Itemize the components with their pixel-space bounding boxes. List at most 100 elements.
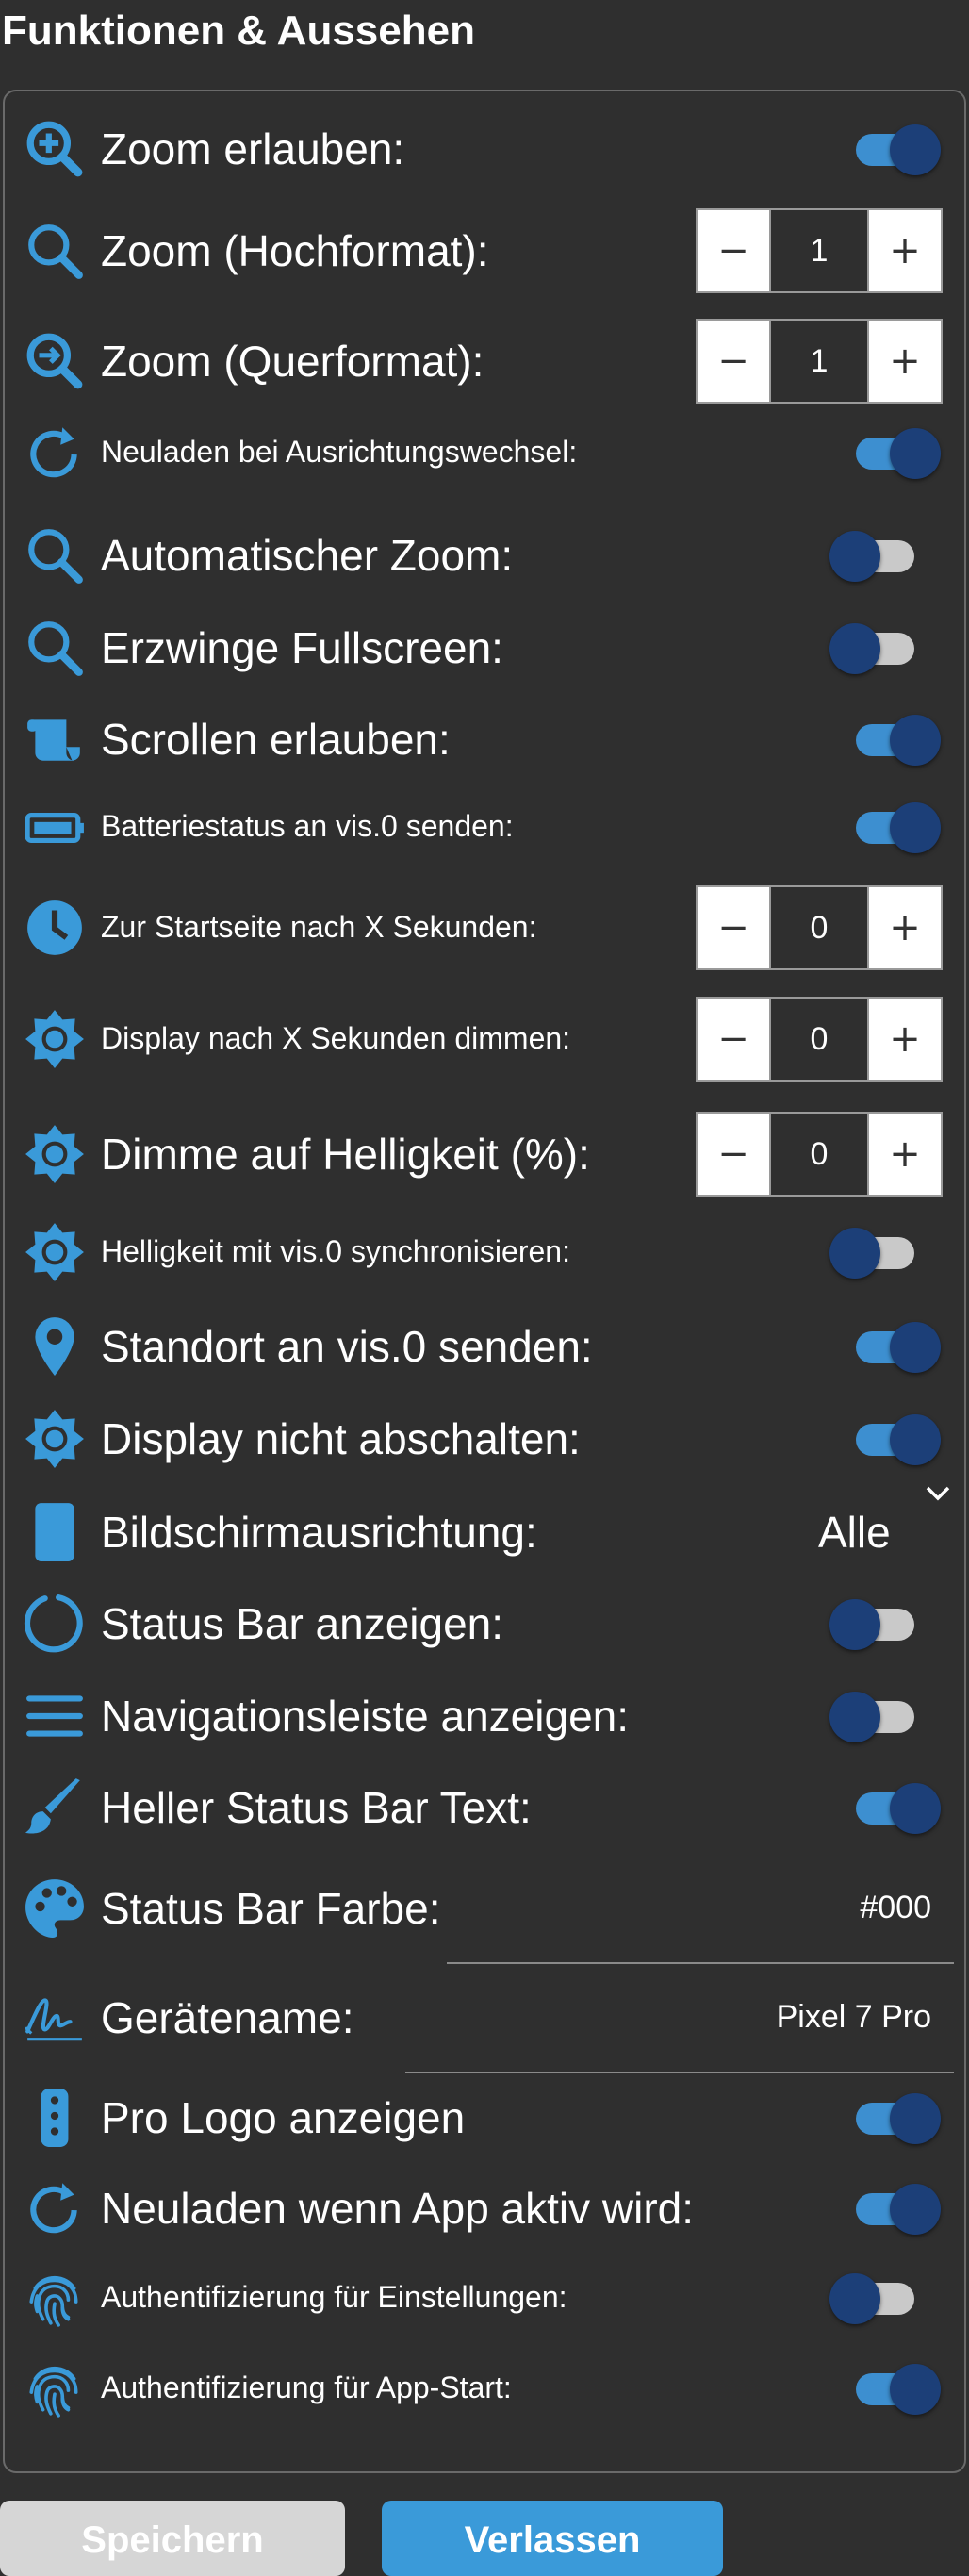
decrement-button[interactable]: − (698, 321, 769, 402)
setting-label: Display nach X Sekunden dimmen: (101, 1021, 571, 1055)
section-title: Funktionen & Aussehen (2, 8, 475, 54)
setting-toggle[interactable] (850, 1405, 941, 1465)
increment-button[interactable]: + (869, 887, 941, 968)
refresh-icon (21, 2174, 89, 2242)
orientation-select[interactable]: Alle (818, 1507, 891, 1558)
stepper-value[interactable]: 1 (769, 321, 869, 402)
toggle-knob (890, 2364, 941, 2415)
increment-button[interactable]: + (869, 1114, 941, 1195)
tablet-icon (21, 1498, 89, 1566)
battery-icon (21, 793, 89, 861)
search-icon (21, 521, 89, 589)
number-stepper: −0 + (696, 997, 943, 1082)
number-stepper: −1 + (696, 208, 943, 293)
reset-button[interactable]: Verlassen (382, 2501, 723, 2576)
setting-toggle[interactable] (829, 521, 920, 582)
chevron-down-icon[interactable] (922, 1478, 954, 1510)
toggle-knob (829, 531, 880, 582)
brush-icon (21, 1774, 89, 1841)
input-underline (405, 2072, 954, 2073)
setting-label: Standort an vis.0 senden: (101, 1322, 593, 1371)
setting-toggle[interactable] (850, 705, 941, 766)
toggle-knob (829, 623, 880, 674)
save-button[interactable]: Speichern (0, 2501, 345, 2576)
stepper-value[interactable]: 0 (769, 1114, 869, 1195)
setting-toggle[interactable] (829, 1218, 920, 1279)
toggle-knob (829, 1228, 880, 1279)
setting-label: Neuladen wenn App aktiv wird: (101, 2184, 695, 2233)
stepper-value[interactable]: 1 (769, 210, 869, 291)
palette-icon (21, 1874, 89, 1942)
setting-toggle[interactable] (850, 2174, 941, 2235)
setting-toggle[interactable] (850, 1313, 941, 1373)
toggle-knob (829, 2273, 880, 2324)
toggle-knob (890, 715, 941, 766)
decrement-button[interactable]: − (698, 999, 769, 1080)
number-stepper: −0 + (696, 1112, 943, 1197)
zoom-in-icon (21, 115, 89, 183)
scroll-icon (21, 705, 89, 773)
toggle-knob (890, 1783, 941, 1834)
setting-toggle[interactable] (850, 2084, 941, 2144)
setting-toggle[interactable] (829, 2264, 920, 2324)
setting-toggle[interactable] (850, 2354, 941, 2415)
toggle-knob (890, 802, 941, 853)
brightness-icon (21, 1005, 89, 1073)
setting-label: Zoom erlauben: (101, 124, 405, 173)
setting-toggle[interactable] (850, 1774, 941, 1834)
toggle-knob (890, 2093, 941, 2144)
location-pin-icon (21, 1313, 89, 1380)
toggle-knob (890, 124, 941, 175)
increment-button[interactable]: + (869, 210, 941, 291)
brightness-icon (21, 1405, 89, 1473)
decrement-button[interactable]: − (698, 210, 769, 291)
status-bar-color-input[interactable]: #000 (860, 1890, 931, 1926)
toggle-knob (890, 428, 941, 479)
toggle-knob (829, 1599, 880, 1650)
setting-label: Automatischer Zoom: (101, 531, 514, 580)
menu-icon (21, 1682, 89, 1750)
search-icon (21, 614, 89, 682)
setting-toggle[interactable] (829, 1590, 920, 1650)
setting-toggle[interactable] (850, 115, 941, 175)
fingerprint-icon (21, 2354, 89, 2422)
toggle-knob (890, 2184, 941, 2235)
stepper-value[interactable]: 0 (769, 887, 869, 968)
setting-label: Scrollen erlauben: (101, 715, 451, 764)
setting-label: Status Bar anzeigen: (101, 1599, 504, 1648)
number-stepper: −0 + (696, 885, 943, 970)
setting-toggle[interactable] (829, 1682, 920, 1742)
increment-button[interactable]: + (869, 999, 941, 1080)
setting-label: Zoom (Hochformat): (101, 226, 489, 275)
number-stepper: −1 + (696, 319, 943, 404)
setting-label: Display nicht abschalten: (101, 1414, 581, 1463)
setting-toggle[interactable] (850, 793, 941, 853)
signature-icon (21, 1984, 89, 2052)
toggle-knob (890, 1322, 941, 1373)
setting-toggle[interactable] (829, 614, 920, 674)
input-underline (447, 1962, 954, 1964)
setting-label: Batteriestatus an vis.0 senden: (101, 809, 514, 843)
setting-label: Status Bar Farbe: (101, 1884, 441, 1933)
fingerprint-icon (21, 2264, 89, 2332)
decrement-button[interactable]: − (698, 1114, 769, 1195)
toggle-knob (829, 1692, 880, 1742)
brightness-icon (21, 1218, 89, 1286)
setting-label: Helligkeit mit vis.0 synchronisieren: (101, 1234, 570, 1268)
setting-label: Erzwinge Fullscreen: (101, 623, 503, 672)
device-name-input[interactable]: Pixel 7 Pro (777, 1999, 931, 2036)
setting-label: Heller Status Bar Text: (101, 1783, 532, 1832)
setting-label: Bildschirmausrichtung: (101, 1508, 537, 1557)
brightness-icon (21, 1120, 89, 1188)
setting-label: Neuladen bei Ausrichtungswechsel: (101, 435, 578, 469)
stepper-value[interactable]: 0 (769, 999, 869, 1080)
increment-button[interactable]: + (869, 321, 941, 402)
toggle-knob (890, 1414, 941, 1465)
setting-toggle[interactable] (850, 419, 941, 479)
setting-label: Authentifizierung für Einstellungen: (101, 2280, 567, 2314)
setting-label: Navigationsleiste anzeigen: (101, 1692, 630, 1741)
remote-icon (21, 2084, 89, 2152)
decrement-button[interactable]: − (698, 887, 769, 968)
search-icon (21, 217, 89, 285)
circle-notch-icon (21, 1590, 89, 1658)
